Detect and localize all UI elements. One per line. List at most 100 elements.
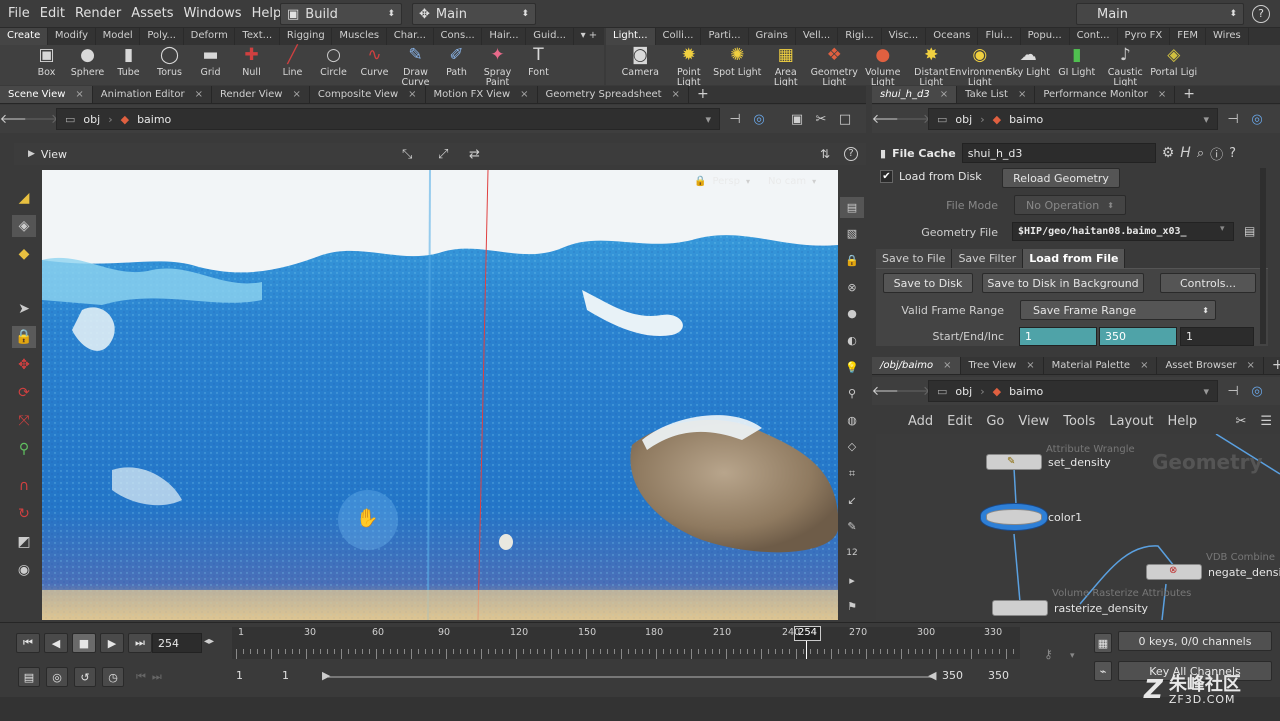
clock-icon[interactable]: ◷: [102, 667, 124, 687]
tool-circle[interactable]: ○ Circle: [313, 47, 354, 78]
desktop-main-dropdown[interactable]: ✥ Main ⬍: [412, 3, 536, 25]
flat-icon[interactable]: ◐: [840, 330, 864, 351]
tool-environment-light[interactable]: ◉ Environment Light: [949, 47, 1010, 87]
lock-icon[interactable]: 🔒: [12, 326, 36, 348]
tool-volume-light[interactable]: ● Volume Light: [859, 47, 908, 87]
jump-end-icon[interactable]: ⏭: [128, 633, 152, 653]
frame-count-icon[interactable]: 12: [840, 543, 864, 564]
close-icon[interactable]: ×: [1018, 89, 1026, 103]
load-from-disk-checkbox[interactable]: ✔: [880, 170, 893, 183]
tab-animation-editor[interactable]: Animation Editor ×: [93, 86, 212, 103]
path-obj[interactable]: obj: [955, 385, 972, 398]
shelf-tab-muscles[interactable]: Muscles: [332, 28, 387, 45]
list-icon[interactable]: ☰: [1260, 414, 1272, 429]
paint-icon[interactable]: ◢: [12, 187, 36, 209]
select-icon[interactable]: ◈: [12, 215, 36, 237]
pin-icon[interactable]: ⊣: [1224, 110, 1242, 128]
tool-distant-light[interactable]: ✸ Distant Light: [907, 47, 956, 87]
brush-icon[interactable]: ◆: [12, 243, 36, 265]
net-menu-help[interactable]: Help: [1167, 414, 1197, 429]
cube-icon[interactable]: ▣: [788, 110, 806, 128]
display-icon[interactable]: ▤: [840, 197, 864, 218]
flag-icon[interactable]: ⚑: [840, 596, 864, 617]
shelf-tab-popu[interactable]: Popu...: [1021, 28, 1070, 45]
add-tab-icon[interactable]: +: [1175, 86, 1203, 103]
close-icon[interactable]: ×: [1026, 360, 1034, 374]
net-menu-add[interactable]: Add: [908, 414, 933, 429]
shelf-tab-colli[interactable]: Colli...: [656, 28, 702, 45]
shelf-tab-wires[interactable]: Wires: [1206, 28, 1249, 45]
tab-material-palette[interactable]: Material Palette ×: [1044, 357, 1158, 374]
handles-icon[interactable]: ⇄: [469, 147, 480, 162]
net-menu-edit[interactable]: Edit: [947, 414, 972, 429]
lock-camera-icon[interactable]: 🔒: [840, 250, 864, 271]
next-key-icon[interactable]: ⏭: [152, 670, 162, 684]
current-frame-field[interactable]: 254: [152, 633, 202, 653]
magnet-icon[interactable]: ∩: [12, 475, 36, 497]
close-icon[interactable]: ×: [672, 89, 680, 103]
scale-icon[interactable]: ⤧: [12, 410, 36, 432]
wire-icon[interactable]: ▧: [840, 224, 864, 245]
close-icon[interactable]: ×: [195, 89, 203, 103]
help-icon[interactable]: ?: [1229, 146, 1236, 161]
shelf-tab-cont[interactable]: Cont...: [1070, 28, 1118, 45]
tool-font[interactable]: T Font: [518, 47, 559, 78]
shelf-tab-hair[interactable]: Hair...: [482, 28, 527, 45]
wrench-icon[interactable]: ✂: [812, 110, 830, 128]
menu-file[interactable]: File: [8, 6, 30, 21]
tab-scene-view[interactable]: Scene View ×: [0, 86, 93, 103]
viewport-3d[interactable]: ✋ 🔒 Persp ▾ No cam ▾: [42, 170, 838, 620]
tool-curve[interactable]: ∿ Curve: [354, 47, 395, 78]
menu-edit[interactable]: Edit: [40, 6, 65, 21]
add-tab-icon[interactable]: +: [689, 86, 717, 103]
tool-point-light[interactable]: ✹ Point Light: [665, 47, 714, 87]
chevron-down-icon[interactable]: ▾: [1203, 113, 1209, 126]
path-obj[interactable]: obj: [83, 113, 100, 126]
start-frame-field[interactable]: 1: [1019, 327, 1097, 346]
file-browse-icon[interactable]: ▤: [1244, 224, 1255, 238]
node-negate-density[interactable]: ⊗ VDB Combine negate_densit: [1146, 552, 1280, 580]
keys-channels-display[interactable]: 0 keys, 0/0 channels: [1118, 631, 1272, 651]
chevron-down-icon[interactable]: ▾: [1203, 385, 1209, 398]
tab-shui-h-d3[interactable]: shui_h_d3 ×: [872, 86, 958, 103]
net-menu-view[interactable]: View: [1018, 414, 1049, 429]
link-icon[interactable]: ◎: [1248, 382, 1266, 400]
tab-composite-view[interactable]: Composite View ×: [310, 86, 426, 103]
curve-icon[interactable]: ↙: [840, 490, 864, 511]
save-to-disk-button[interactable]: Save to Disk: [883, 273, 973, 293]
path-breadcrumb[interactable]: ▭ obj › ◆ baimo ▾: [928, 380, 1218, 402]
tab-geometry-spreadsheet[interactable]: Geometry Spreadsheet ×: [538, 86, 689, 103]
tab-save-to-file[interactable]: Save to File: [876, 248, 953, 268]
tool-portal-light[interactable]: ◈ Portal Ligi: [1150, 47, 1199, 78]
pen-icon[interactable]: ✎: [840, 517, 864, 538]
shelf-tab-parti[interactable]: Parti...: [701, 28, 749, 45]
net-menu-tools[interactable]: Tools: [1063, 414, 1095, 429]
chevron-down-icon[interactable]: ▾: [705, 113, 711, 126]
jump-start-icon[interactable]: ⏮: [16, 633, 40, 653]
node-name-field[interactable]: shui_h_d3: [961, 143, 1156, 163]
tool-gi-light[interactable]: ▮ GI Light: [1053, 47, 1102, 78]
tool-sky-light[interactable]: ☁ Sky Light: [1004, 47, 1053, 78]
shelf-tab-cons[interactable]: Cons...: [434, 28, 483, 45]
tool-sphere[interactable]: ● Sphere: [67, 47, 108, 78]
tool-area-light[interactable]: ▦ Area Light: [762, 47, 811, 87]
network-editor[interactable]: Geometry ✎ Attribute Wrangle set_density…: [876, 434, 1280, 620]
viewport-title[interactable]: View: [41, 148, 67, 161]
tool-torus[interactable]: ◯ Torus: [149, 47, 190, 78]
increment-field[interactable]: 1: [1180, 327, 1254, 346]
shelf-tab-text[interactable]: Text...: [235, 28, 280, 45]
tab-motion-fx-view[interactable]: Motion FX View ×: [426, 86, 538, 103]
stop-icon[interactable]: ■: [72, 633, 96, 653]
playback-end-field[interactable]: 350: [942, 669, 982, 682]
node-color1[interactable]: color1: [986, 509, 1082, 525]
shelf-add-icon[interactable]: ▾ +: [574, 28, 604, 45]
shelf-tab-lights[interactable]: Light...: [606, 28, 656, 45]
menu-help[interactable]: Help: [252, 6, 282, 21]
range-start-field[interactable]: 1: [236, 669, 272, 682]
handle-icon[interactable]: ⚲: [12, 438, 36, 460]
audio-icon[interactable]: ▤: [18, 667, 40, 687]
playback-start-field[interactable]: 1: [282, 669, 318, 682]
tool-null[interactable]: ✚ Null: [231, 47, 272, 78]
play-icon[interactable]: ▶: [100, 633, 124, 653]
node-rasterize-density[interactable]: Volume Rasterize Attributes rasterize_de…: [992, 588, 1191, 616]
